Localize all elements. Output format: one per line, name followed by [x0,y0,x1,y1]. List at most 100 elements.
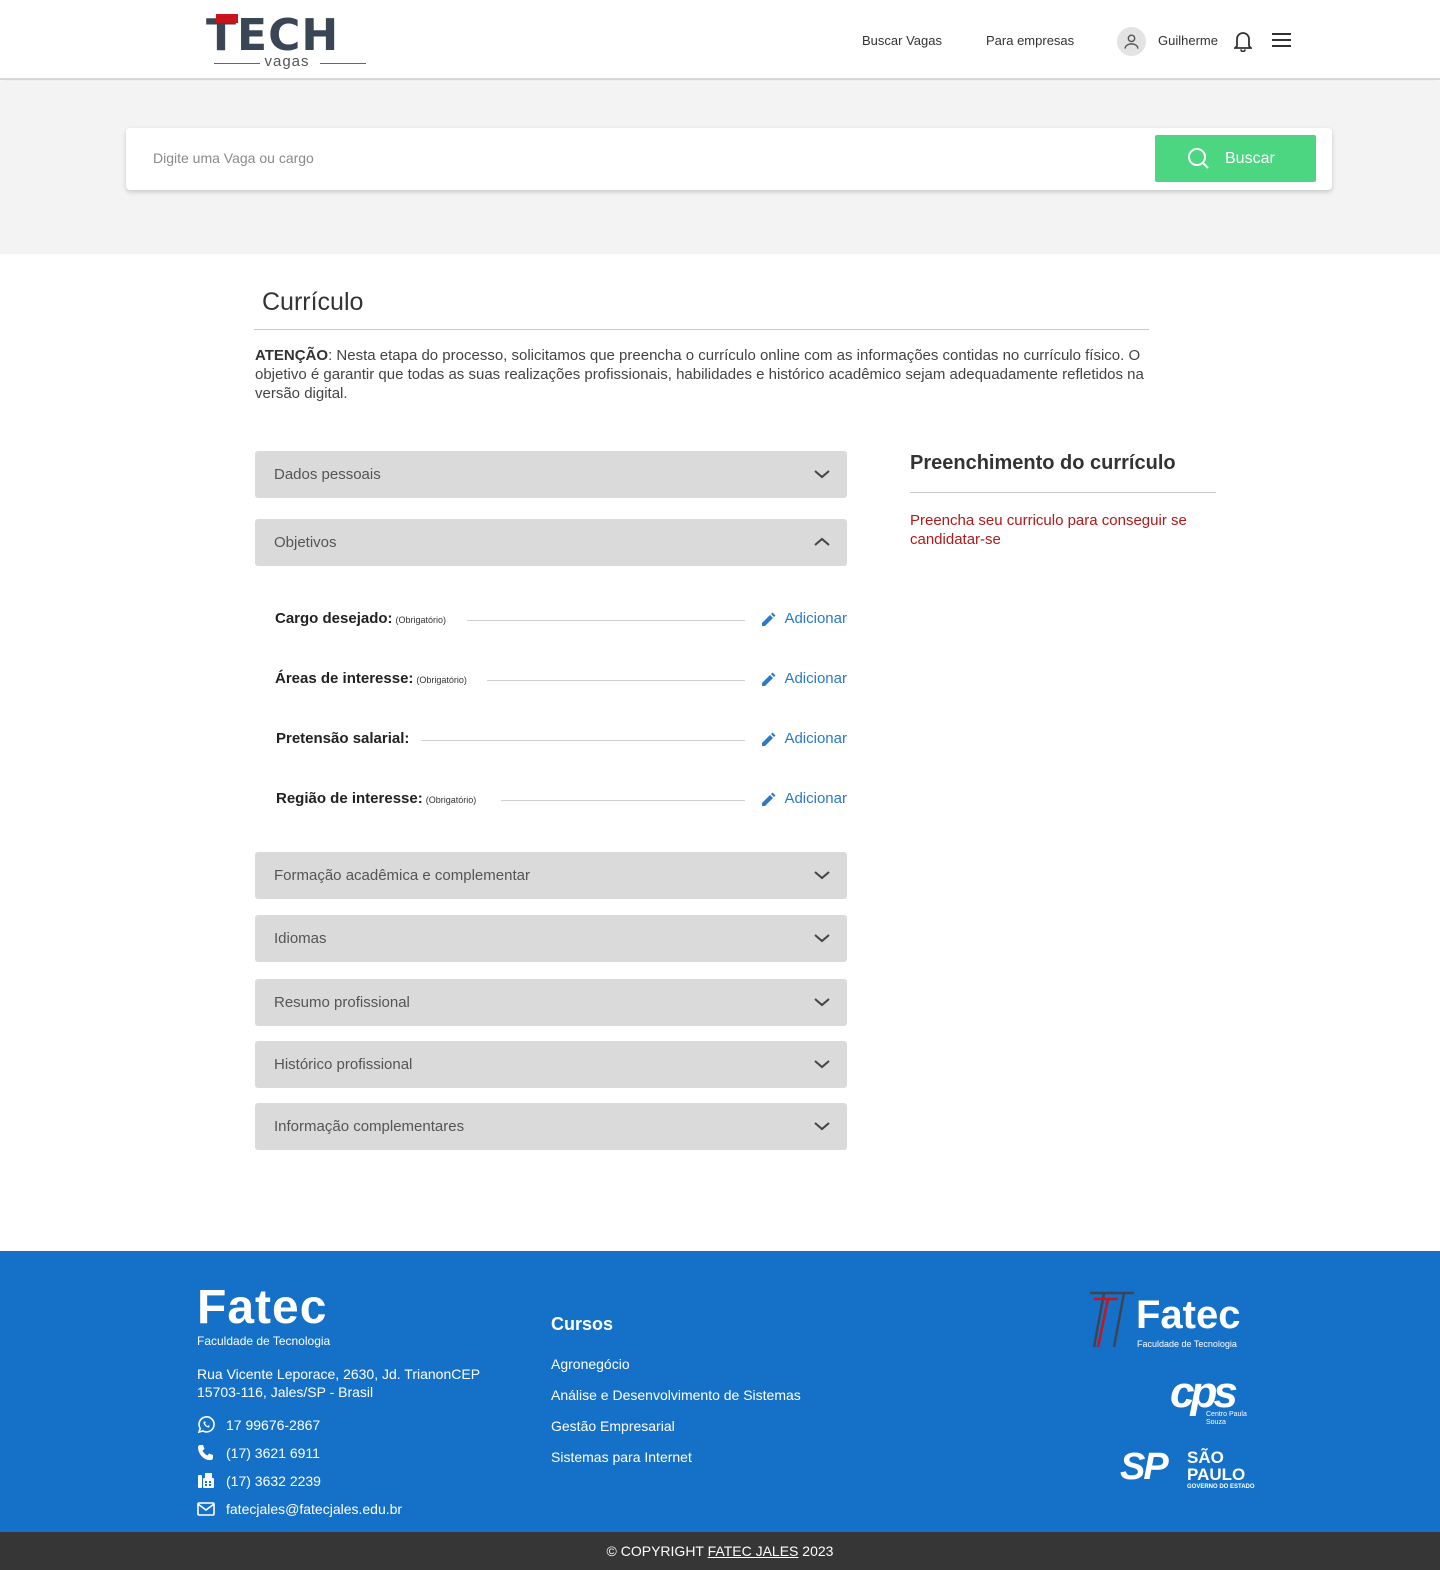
chevron-down-icon [814,871,830,880]
user-avatar[interactable] [1117,27,1146,56]
chevron-down-icon [814,1060,830,1069]
progress-divider [910,492,1216,493]
add-label: Adicionar [784,730,847,747]
dotted-leader [467,620,745,621]
progress-title: Preenchimento do currículo [910,452,1176,474]
nav-buscar-vagas[interactable]: Buscar Vagas [862,33,942,49]
envelope-icon [197,1502,215,1516]
section-formacao[interactable]: Formação acadêmica e complementar [255,852,847,899]
search-bar: Buscar [126,128,1332,190]
cps-logo-sub: Centro Paula Souza [1206,1411,1247,1426]
section-label: Objetivos [274,534,337,551]
cps-logo: cps Centro Paula Souza [1170,1371,1260,1431]
fax-icon [198,1473,214,1488]
section-label: Histórico profissional [274,1056,413,1073]
fax-number: (17) 3632 2239 [226,1473,321,1489]
objective-cargo-desejado: Cargo desejado: (Obrigatório) Adicionar [275,608,847,630]
add-pretensao-button[interactable]: Adicionar [762,728,847,750]
chevron-down-icon [814,470,830,479]
required-tag: (Obrigatório) [416,675,467,685]
courses-title: Cursos [551,1314,614,1334]
course-link-internet[interactable]: Sistemas para Internet [551,1448,692,1466]
section-label: Informação complementares [274,1118,465,1135]
chevron-up-icon [814,537,830,546]
section-resumo-profissional[interactable]: Resumo profissional [255,979,847,1026]
course-link-agronegocio[interactable]: Agronegócio [551,1355,630,1373]
sp-logo-mark: SP [1120,1446,1169,1488]
section-label: Dados pessoais [274,466,381,483]
objective-areas-interesse: Áreas de interesse: (Obrigatório) Adicion… [275,668,847,690]
site-footer: Fatec Faculdade de Tecnologia Rua Vicent… [0,1251,1440,1532]
fatec-logo-word: Fatec [197,1281,328,1334]
section-historico-profissional[interactable]: Histórico profissional [255,1041,847,1088]
chevron-down-icon [814,998,830,1007]
fatec-logo: Fatec Faculdade de Tecnologia [197,1281,331,1349]
chevron-down-icon [814,934,830,943]
section-label: Idiomas [274,930,327,947]
cps-logo-mark: cps [1170,1368,1238,1417]
nav-para-empresas[interactable]: Para empresas [986,33,1074,49]
whatsapp-icon [197,1416,215,1434]
page-title: Currículo [262,288,364,316]
add-label: Adicionar [784,790,847,807]
phone-number: (17) 3621 6911 [226,1445,320,1461]
logo-subtitle: vagas [206,54,368,70]
footer-whatsapp[interactable]: 17 99676-2867 [197,1415,497,1435]
footer-address: Rua Vicente Leporace, 2630, Jd. TrianonC… [197,1366,480,1400]
required-tag: (Obrigatório) [395,615,447,625]
objective-label: Cargo desejado: (Obrigatório) [275,608,446,631]
section-dados-pessoais[interactable]: Dados pessoais [255,451,847,498]
pencil-icon [762,672,776,686]
objective-label-text: Áreas de interesse: [275,670,414,687]
bell-icon[interactable] [1234,30,1252,52]
course-link-ads[interactable]: Análise e Desenvolvimento de Sistemas [551,1386,801,1404]
user-name[interactable]: Guilherme [1158,33,1218,49]
add-regiao-button[interactable]: Adicionar [762,788,847,810]
dotted-leader [501,800,745,801]
section-label: Formação acadêmica e complementar [274,867,530,884]
objective-regiao-interesse: Região de interesse: (Obrigatório) Adicio… [275,788,847,810]
hamburger-menu-icon[interactable] [1272,33,1291,47]
fatec-partner-sub: Faculdade de Tecnologia [1137,1339,1237,1349]
add-areas-button[interactable]: Adicionar [762,668,847,690]
copyright-year: 2023 [798,1543,834,1559]
copyright-prefix: © COPYRIGHT [606,1543,708,1559]
phone-icon [198,1445,213,1461]
attention-notice: ATENÇÃO: Nesta etapa do processo, solici… [255,346,1145,403]
objective-label-text: Região de interesse: [276,790,423,807]
course-link-gestao[interactable]: Gestão Empresarial [551,1417,675,1435]
pencil-icon [762,792,776,806]
objective-pretensao-salarial: Pretensão salarial: Adicionar [275,728,847,750]
dotted-leader [487,680,745,681]
fatec-jales-link[interactable]: FATEC JALES [708,1543,799,1559]
whatsapp-number: 17 99676-2867 [226,1417,321,1433]
required-tag: (Obrigatório) [425,795,477,805]
section-idiomas[interactable]: Idiomas [255,915,847,962]
section-label: Resumo profissional [274,994,410,1011]
email-address: fatecjales@fatecjales.edu.br [226,1501,403,1517]
copyright-bar: © COPYRIGHT FATEC JALES 2023 [0,1532,1440,1570]
objective-label: Região de interesse: (Obrigatório) [276,788,476,811]
top-header: TECH vagas Buscar Vagas Para empresas Gu… [0,0,1440,80]
chevron-down-icon [814,1122,830,1131]
dotted-leader [421,740,745,741]
footer-phone[interactable]: (17) 3621 6911 [197,1443,497,1463]
footer-fax[interactable]: (17) 3632 2239 [197,1471,497,1491]
objective-label: Pretensão salarial: [276,728,409,750]
tech-vagas-logo[interactable]: TECH vagas [206,12,370,72]
sp-government-logo: SP SÃO PAULO GOVERNO DO ESTADO [1120,1447,1260,1503]
section-objetivos[interactable]: Objetivos [255,519,847,566]
objective-label-text: Pretensão salarial: [276,730,410,747]
section-informacao-complementares[interactable]: Informação complementares [255,1103,847,1150]
fatec-logo-sub: Faculdade de Tecnologia [197,1334,331,1348]
add-label: Adicionar [784,610,847,627]
attention-label: ATENÇÃO [255,347,329,364]
sp-logo-name: SÃO PAULO [1187,1448,1246,1484]
search-input[interactable] [153,146,1133,170]
title-divider [254,329,1149,330]
progress-message: Preencha seu curriculo para conseguir se… [910,512,1187,548]
add-cargo-button[interactable]: Adicionar [762,608,847,630]
search-icon [1188,148,1209,169]
footer-email[interactable]: fatecjales@fatecjales.edu.br [197,1499,497,1519]
search-button[interactable]: Buscar [1155,135,1316,182]
